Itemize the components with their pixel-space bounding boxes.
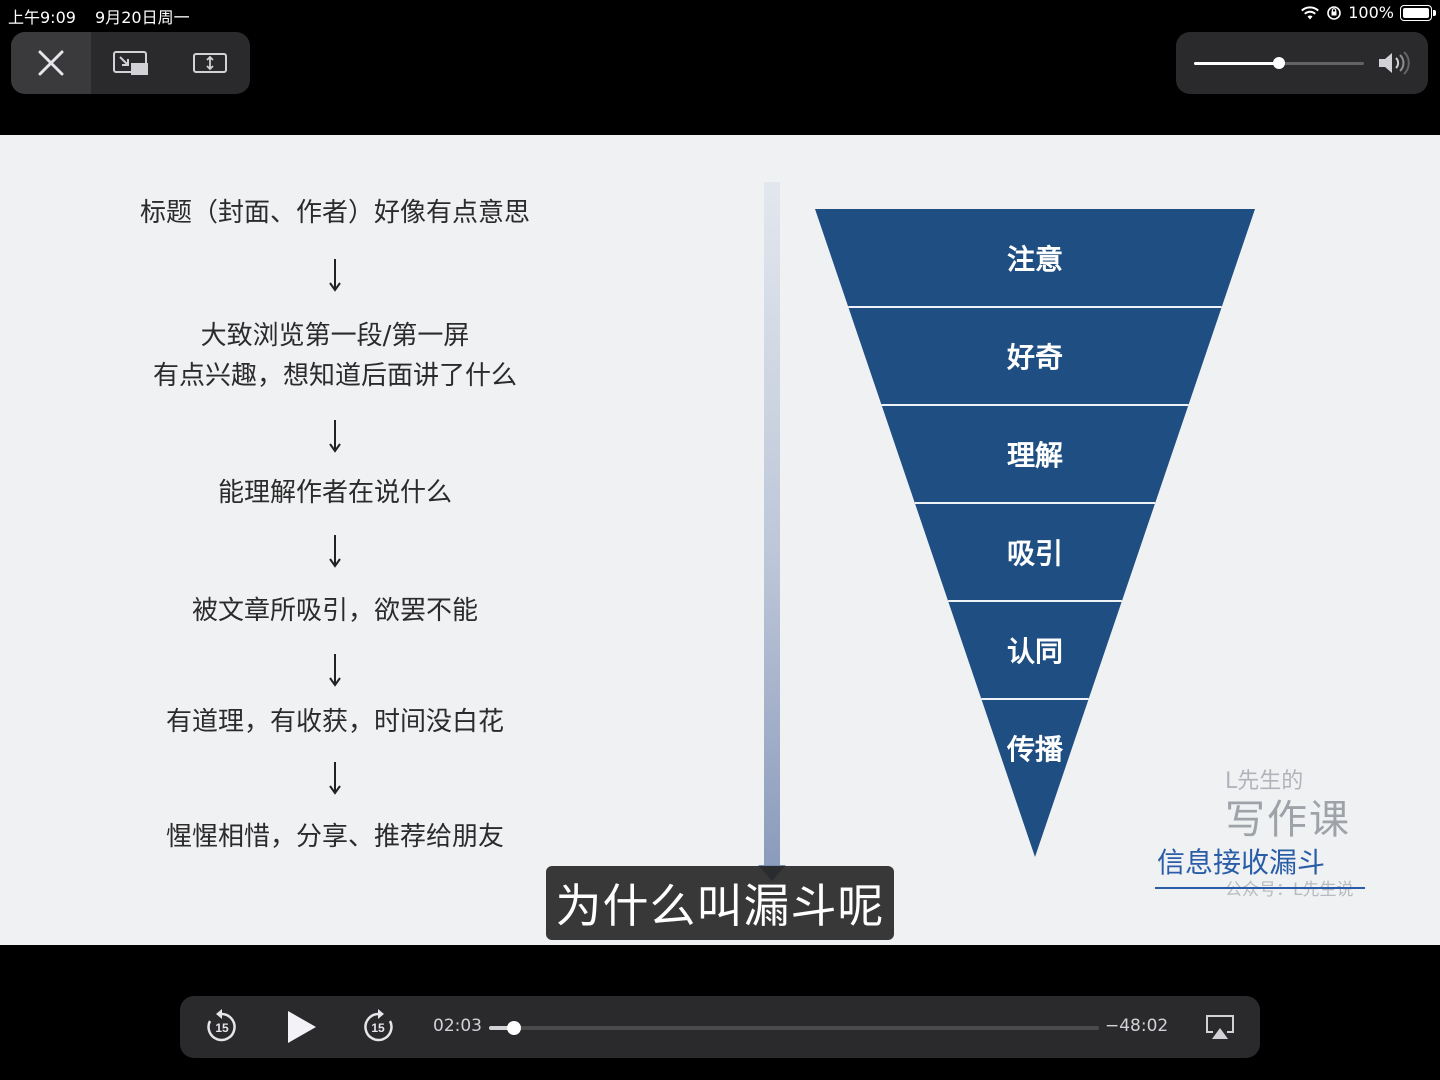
speaker-icon[interactable] (1376, 50, 1412, 76)
status-left: 上午9:09 9月20日周一 (8, 4, 204, 28)
status-date: 9月20日周一 (95, 8, 190, 27)
skip-forward-15-icon[interactable]: 15 (358, 1007, 398, 1047)
status-right: 100% (1300, 3, 1436, 22)
playback-controls: 15 15 02:03 −48:02 (180, 996, 1260, 1058)
remaining-time: −48:02 (1105, 1016, 1169, 1036)
volume-fill (1194, 62, 1279, 65)
skip-forward-label: 15 (371, 1021, 385, 1035)
elapsed-time: 02:03 (433, 1016, 482, 1036)
funnel-level-label: 理解 (1006, 439, 1063, 472)
funnel-level-label: 传播 (1006, 733, 1063, 766)
skip-back-15-icon[interactable]: 15 (202, 1007, 242, 1047)
watermark-line2: 写作课 (1225, 797, 1351, 843)
aspect-fit-button[interactable] (170, 32, 250, 94)
volume-knob[interactable] (1273, 57, 1285, 69)
picture-in-picture-icon (112, 51, 148, 75)
aspect-fit-icon (193, 53, 228, 73)
progress-knob[interactable] (506, 1021, 521, 1035)
close-icon (38, 50, 64, 76)
airplay-icon[interactable] (1204, 1013, 1236, 1041)
volume-slider[interactable] (1194, 57, 1364, 69)
funnel-level-label: 认同 (1006, 635, 1063, 668)
close-button[interactable] (11, 32, 91, 94)
funnel-level-label: 好奇 (1006, 341, 1063, 374)
funnel-diagram (815, 209, 1255, 857)
volume-control (1176, 32, 1428, 94)
status-time: 上午9:09 (8, 8, 76, 27)
top-controls (11, 32, 250, 94)
pip-button[interactable] (91, 32, 171, 94)
orientation-lock-icon (1327, 5, 1342, 20)
funnel-level-label: 注意 (1006, 243, 1063, 276)
funnel-level-label: 吸引 (1006, 537, 1063, 570)
skip-back-label: 15 (215, 1021, 229, 1035)
battery-percent: 100% (1348, 3, 1394, 22)
caption-underline (1155, 887, 1365, 889)
video-frame[interactable]: 标题（封面、作者）好像有点意思 大致浏览第一段/第一屏 有点兴趣，想知道后面讲了… (0, 135, 1440, 945)
wifi-icon (1301, 5, 1320, 19)
play-icon[interactable] (282, 1007, 322, 1047)
status-bar: 上午9:09 9月20日周一 100% (0, 0, 1440, 28)
subtitle-caption: 为什么叫漏斗呢 (546, 866, 894, 940)
progress-scrubber[interactable] (489, 1021, 1099, 1035)
battery-icon (1400, 4, 1436, 21)
